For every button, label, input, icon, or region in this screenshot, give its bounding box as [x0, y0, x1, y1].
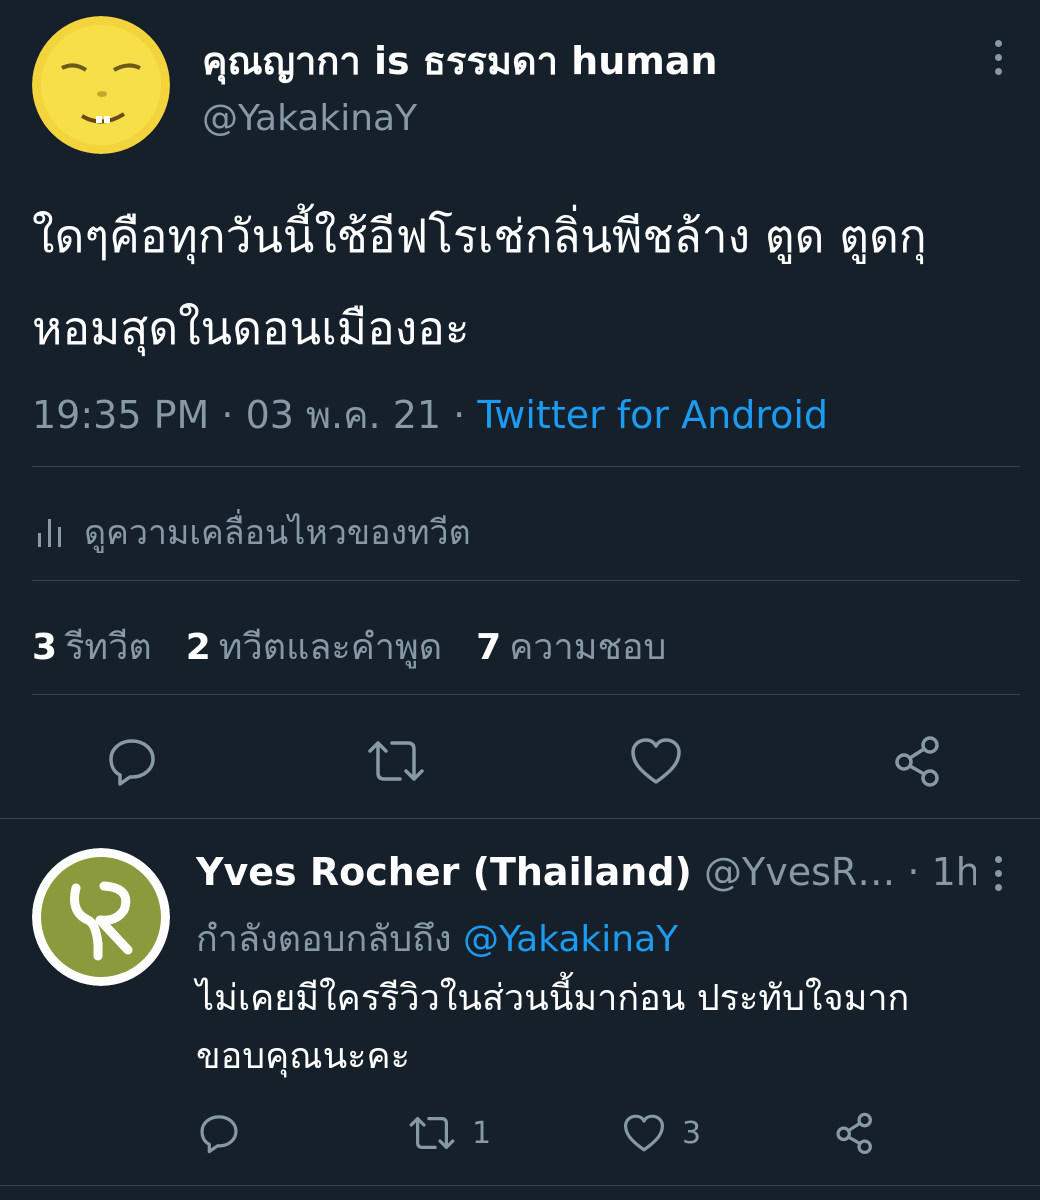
likes-count: 7 [476, 627, 502, 668]
divider [0, 1185, 1040, 1186]
likes-label: ความชอบ [509, 627, 667, 668]
quotes-count: 2 [185, 627, 211, 668]
retweets-label: รีทวีต [65, 627, 152, 668]
share-icon [895, 736, 939, 787]
reply-icon [109, 739, 155, 786]
retweet-icon [368, 741, 424, 781]
reply-header: Yves Rocher (Thailand) @YvesR… · 1h [196, 850, 976, 894]
meta-separator: · [221, 393, 234, 437]
reply-author-avatar[interactable] [32, 848, 170, 986]
like-button[interactable] [628, 733, 684, 789]
likes-stat[interactable]: 7 ความชอบ [476, 618, 666, 675]
reply-reply-button[interactable] [198, 1111, 240, 1155]
retweets-count: 3 [32, 627, 58, 668]
more-options-icon[interactable] [991, 40, 1005, 75]
retweet-icon [409, 1117, 455, 1149]
reply-retweet-count: 1 [472, 1115, 492, 1151]
reply-time: 1h [931, 850, 976, 894]
tweet-activity-link[interactable]: ดูความเคลื่อนไหวของทวีต [36, 505, 471, 559]
engagement-stats: 3 รีทวีต 2 ทวีตและคำพูด 7 ความชอบ [32, 618, 666, 675]
reply-like-count: 3 [682, 1115, 702, 1151]
reply-button[interactable] [104, 733, 160, 789]
reply-like-button[interactable]: 3 [622, 1111, 701, 1155]
divider [0, 818, 1040, 819]
reply-more-options-icon[interactable] [991, 856, 1005, 891]
reply-author-handle[interactable]: @YvesR… [704, 850, 895, 894]
reply-action-bar: 1 3 [0, 1105, 1040, 1161]
reply-author-name[interactable]: Yves Rocher (Thailand) [196, 850, 692, 894]
tweet-activity-label: ดูความเคลื่อนไหวของทวีต [84, 513, 471, 553]
author-handle[interactable]: @YakakinaY [202, 98, 417, 139]
retweets-stat[interactable]: 3 รีทวีต [32, 618, 152, 675]
meta-separator: · [907, 850, 920, 894]
tweet-source-link[interactable]: Twitter for Android [477, 393, 828, 437]
heart-icon [624, 1114, 664, 1152]
tweet-time: 19:35 PM [32, 393, 210, 437]
divider [32, 466, 1020, 467]
quotes-stat[interactable]: 2 ทวีตและคำพูด [186, 618, 442, 675]
author-avatar[interactable] [32, 16, 170, 154]
author-display-name[interactable]: คุณญากา is ธรรมดา human [202, 30, 718, 91]
analytics-icon [38, 519, 61, 547]
share-icon [836, 1112, 872, 1154]
tweet-text: ใดๆคือทุกวันนี้ใช้อีฟโรเช่กลิ่นพีชล้าง ต… [32, 209, 927, 355]
reply-retweet-button[interactable]: 1 [408, 1111, 491, 1155]
tweet-meta: 19:35 PM · 03 พ.ค. 21 · Twitter for Andr… [32, 384, 828, 445]
tweet-date: 03 พ.ค. 21 [245, 393, 442, 437]
reply-text: ไม่เคยมีใครรีวิวในส่วนนี้มาก่อน ประทับใจ… [196, 978, 910, 1077]
reply-icon [200, 1115, 238, 1154]
tweet-action-bar [0, 725, 1040, 795]
heart-icon [631, 738, 681, 784]
replying-to-label: กำลังตอบกลับถึง [196, 919, 452, 960]
retweet-button[interactable] [366, 733, 426, 789]
replying-to-line: กำลังตอบกลับถึง @YakakinaY [196, 910, 678, 967]
tweet-detail-screen: คุณญากา is ธรรมดา human @YakakinaY ใดๆคื… [0, 0, 1040, 1200]
meta-separator: · [453, 393, 466, 437]
replying-to-mention[interactable]: @YakakinaY [463, 919, 678, 960]
reply-share-button[interactable] [834, 1111, 876, 1155]
divider [32, 694, 1020, 695]
divider [32, 580, 1020, 581]
quotes-label: ทวีตและคำพูด [218, 627, 443, 668]
share-button[interactable] [890, 733, 946, 789]
